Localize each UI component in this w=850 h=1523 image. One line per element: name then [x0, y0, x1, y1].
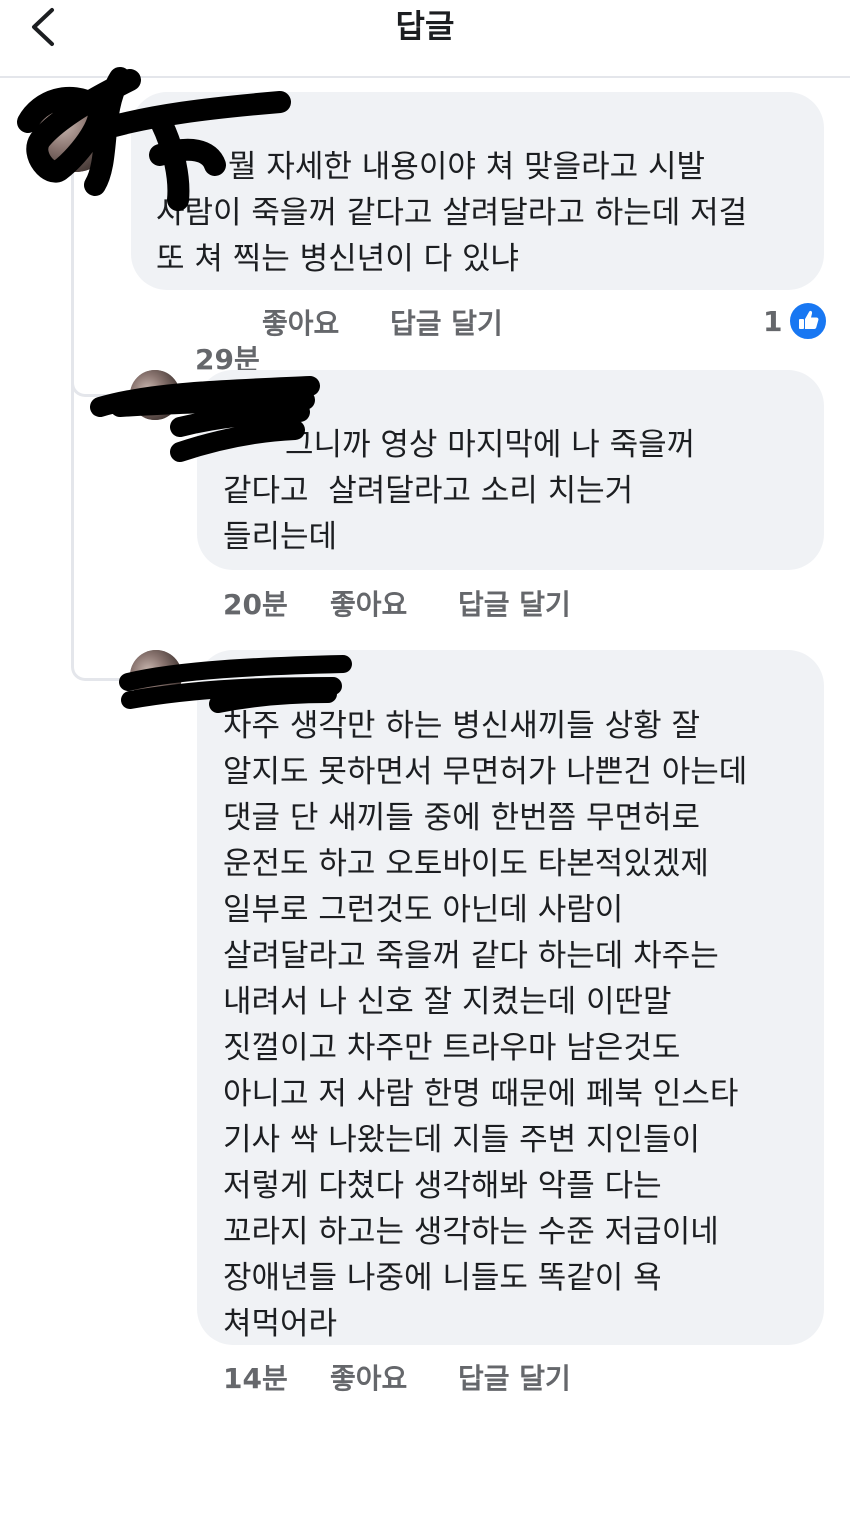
- comment-text-line: 내려서 나 신호 잘 지켰는데 이딴말: [223, 984, 672, 1020]
- like-count: 1: [763, 305, 783, 338]
- comment-text-line: 꼬라지 하고는 생각하는 수준 저급이네: [223, 1214, 719, 1250]
- comment-text-line: 같다고 살려달라고 소리 치는거: [223, 473, 634, 509]
- like-button[interactable]: 좋아요: [262, 306, 339, 342]
- comment-text-line: 쳐먹어라: [223, 1306, 338, 1342]
- thread-connector: [71, 330, 134, 397]
- comment-time: 14분: [223, 1362, 288, 1395]
- like-reaction-badge[interactable]: [787, 300, 829, 342]
- comment-text-line: 차주 생각만 하는 병신새끼들 상황 잘: [223, 708, 701, 744]
- reply-button[interactable]: 답글 달기: [458, 587, 571, 623]
- reply-button[interactable]: 답글 달기: [390, 306, 503, 342]
- comment-text-line: 저렇게 다쳤다 생각해봐 악플 다는: [223, 1168, 662, 1204]
- like-button[interactable]: 좋아요: [330, 587, 407, 623]
- reply-button[interactable]: 답글 달기: [458, 1361, 571, 1397]
- comment-text-line: 일부로 그런것도 아닌데 사람이: [223, 892, 624, 928]
- comment-text-line: 댓글 단 새끼들 중에 한번쯤 무면허로: [223, 800, 701, 836]
- comment-text-line: 운전도 하고 오토바이도 타본적있겠제: [223, 846, 709, 882]
- page-title: 답글: [395, 7, 455, 45]
- like-button[interactable]: 좋아요: [330, 1361, 407, 1397]
- comment-text-line: 사람이 죽을꺼 같다고 살려달라고 하는데 저걸: [156, 195, 748, 231]
- comment-text-line: 장애년들 나중에 니들도 똑같이 욕: [223, 1260, 662, 1296]
- comment-text-line: 기사 싹 나왔는데 지들 주변 지인들이: [223, 1122, 701, 1158]
- comment-text-line: 아니고 저 사람 한명 때문에 페북 인스타: [223, 1076, 739, 1112]
- comment-text-line: 또 쳐 찍는 병신년이 다 있냐: [156, 241, 519, 277]
- comment-text-line: 살려달라고 죽을꺼 같다 하는데 차주는: [223, 938, 719, 974]
- avatar[interactable]: [130, 650, 182, 702]
- avatar[interactable]: [35, 92, 115, 172]
- thumbs-up-icon: [799, 310, 819, 329]
- comment-text-line: 짓껄이고 차주만 트라우마 남은것도: [223, 1030, 681, 1066]
- avatar[interactable]: [130, 370, 180, 420]
- thread-connector: [71, 390, 134, 681]
- comment-text-line: 들리는데: [223, 519, 338, 555]
- comment-text-line: 알지도 못하면서 무면허가 나쁜건 아는데: [223, 754, 748, 790]
- top-bar: 답글: [0, 0, 850, 78]
- comment-text-line: 그니까 영상 마지막에 나 죽을꺼: [285, 427, 696, 463]
- comment-time: 20분: [223, 588, 288, 621]
- comment-text-line: 뭘 자세한 내용이야 쳐 맞을라고 시발: [228, 149, 706, 185]
